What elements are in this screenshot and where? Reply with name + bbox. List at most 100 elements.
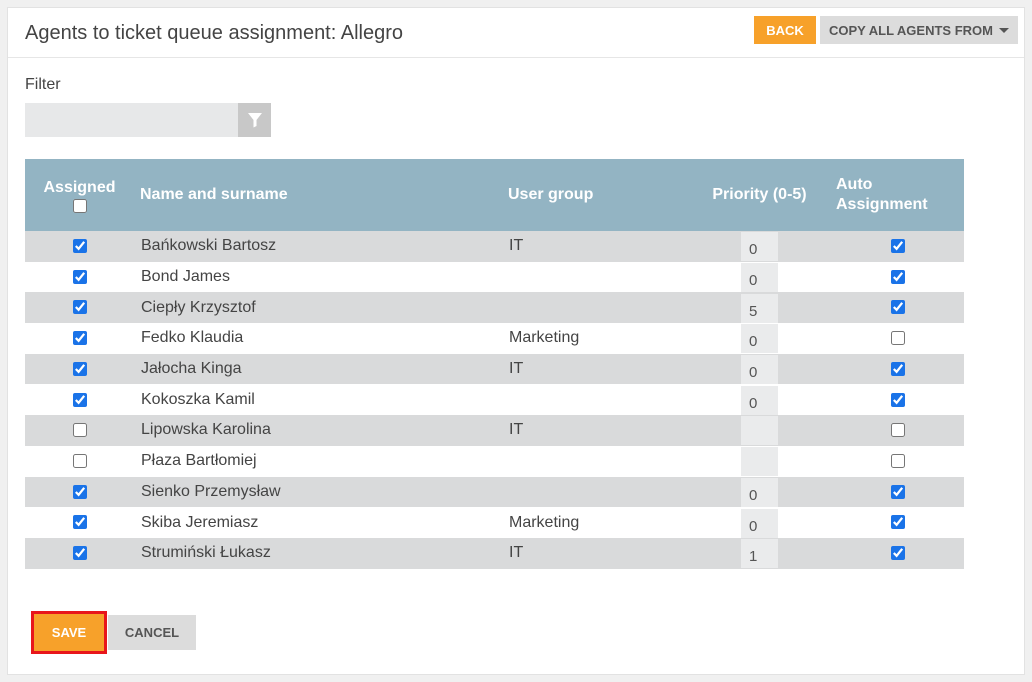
table-row: Bond James [25, 261, 964, 293]
priority-input[interactable] [741, 324, 778, 354]
agent-name: Skiba Jeremiasz [134, 507, 502, 538]
table-row: Fedko Klaudia Marketing [25, 323, 964, 354]
priority-cell [688, 476, 831, 508]
auto-assignment-checkbox[interactable] [890, 239, 905, 254]
table-row: Sienko Przemysław [25, 476, 964, 508]
agent-user-group: IT [502, 537, 688, 569]
priority-cell [688, 231, 831, 262]
assignment-panel: Agents to ticket queue assignment: Alleg… [7, 7, 1025, 675]
priority-input[interactable] [741, 539, 778, 569]
filter-input[interactable] [25, 103, 238, 137]
table-row: Strumiński Łukasz IT [25, 537, 964, 569]
assigned-checkbox[interactable] [72, 484, 87, 499]
priority-input[interactable] [741, 416, 778, 446]
table-row: Lipowska Karolina IT [25, 415, 964, 446]
priority-input[interactable] [741, 447, 778, 477]
table-row: Jałocha Kinga IT [25, 353, 964, 385]
agent-user-group [502, 476, 688, 508]
page-header: Agents to ticket queue assignment: Alleg… [8, 8, 1024, 58]
assigned-cell [25, 261, 134, 293]
auto-assignment-checkbox[interactable] [890, 545, 905, 560]
priority-input[interactable] [741, 508, 778, 538]
agents-table: Assigned Name and surname User group Pri… [25, 159, 964, 569]
agent-user-group [502, 261, 688, 293]
priority-cell [688, 261, 831, 293]
agent-user-group [502, 445, 688, 477]
filter-button[interactable] [238, 103, 271, 137]
agent-name: Fedko Klaudia [134, 323, 502, 354]
priority-input[interactable] [741, 385, 778, 415]
col-name-header: Name and surname [134, 159, 502, 231]
auto-assignment-checkbox[interactable] [890, 392, 905, 407]
assigned-cell [25, 231, 134, 262]
cancel-button[interactable]: CANCEL [108, 615, 196, 650]
col-group-header: User group [502, 159, 688, 231]
assigned-cell [25, 292, 134, 324]
save-button[interactable]: SAVE [31, 611, 107, 654]
auto-assignment-cell [831, 415, 964, 446]
filter-label: Filter [25, 76, 61, 93]
copy-all-agents-label: COPY ALL AGENTS FROM [829, 22, 993, 38]
back-button[interactable]: BACK [754, 16, 816, 44]
priority-input[interactable] [741, 293, 778, 323]
priority-input[interactable] [741, 477, 778, 507]
assigned-checkbox[interactable] [72, 423, 87, 438]
auto-assignment-cell [831, 323, 964, 354]
priority-cell [688, 507, 831, 538]
filter-funnel-icon [247, 113, 262, 128]
agent-user-group: IT [502, 231, 688, 262]
auto-assignment-cell [831, 507, 964, 538]
assigned-checkbox[interactable] [72, 300, 87, 315]
copy-all-agents-dropdown[interactable]: COPY ALL AGENTS FROM [820, 16, 1018, 44]
auto-assignment-checkbox[interactable] [890, 423, 905, 438]
assigned-checkbox[interactable] [72, 515, 87, 530]
assigned-cell [25, 353, 134, 385]
assigned-cell [25, 476, 134, 508]
table-row: Płaza Bartłomiej [25, 445, 964, 477]
priority-input[interactable] [741, 232, 778, 262]
auto-assignment-checkbox[interactable] [890, 331, 905, 346]
auto-assignment-checkbox[interactable] [890, 300, 905, 315]
assigned-checkbox[interactable] [72, 331, 87, 346]
auto-assignment-cell [831, 384, 964, 416]
assigned-checkbox[interactable] [72, 239, 87, 254]
agent-user-group: IT [502, 353, 688, 385]
priority-input[interactable] [741, 263, 778, 293]
agent-user-group: Marketing [502, 507, 688, 538]
priority-cell [688, 353, 831, 385]
priority-cell [688, 445, 831, 477]
auto-assignment-checkbox[interactable] [890, 515, 905, 530]
col-auto-header: Auto Assignment [831, 159, 964, 231]
assigned-cell [25, 507, 134, 538]
agent-name: Kokoszka Kamil [134, 384, 502, 416]
agent-user-group: Marketing [502, 323, 688, 354]
assigned-checkbox[interactable] [72, 361, 87, 376]
auto-assignment-cell [831, 261, 964, 293]
agent-user-group: IT [502, 415, 688, 446]
priority-input[interactable] [741, 355, 778, 385]
agent-name: Bond James [134, 261, 502, 293]
auto-assignment-cell [831, 231, 964, 262]
select-all-checkbox[interactable] [72, 198, 87, 213]
assigned-checkbox[interactable] [72, 545, 87, 560]
col-auto-label-line2: Assignment [836, 196, 928, 213]
auto-assignment-checkbox[interactable] [890, 269, 905, 284]
priority-cell [688, 415, 831, 446]
auto-assignment-cell [831, 476, 964, 508]
table-row: Skiba Jeremiasz Marketing [25, 507, 964, 538]
assigned-checkbox[interactable] [72, 392, 87, 407]
col-assigned-header: Assigned [25, 159, 134, 231]
auto-assignment-checkbox[interactable] [890, 453, 905, 468]
priority-cell [688, 323, 831, 354]
agent-name: Ciepły Krzysztof [134, 292, 502, 324]
table-row: Bańkowski Bartosz IT [25, 231, 964, 262]
agent-name: Lipowska Karolina [134, 415, 502, 446]
assigned-checkbox[interactable] [72, 453, 87, 468]
auto-assignment-checkbox[interactable] [890, 361, 905, 376]
agent-user-group [502, 292, 688, 324]
agent-name: Jałocha Kinga [134, 353, 502, 385]
auto-assignment-checkbox[interactable] [890, 484, 905, 499]
assigned-cell [25, 537, 134, 569]
col-priority-header: Priority (0-5) [688, 159, 831, 231]
assigned-checkbox[interactable] [72, 269, 87, 284]
